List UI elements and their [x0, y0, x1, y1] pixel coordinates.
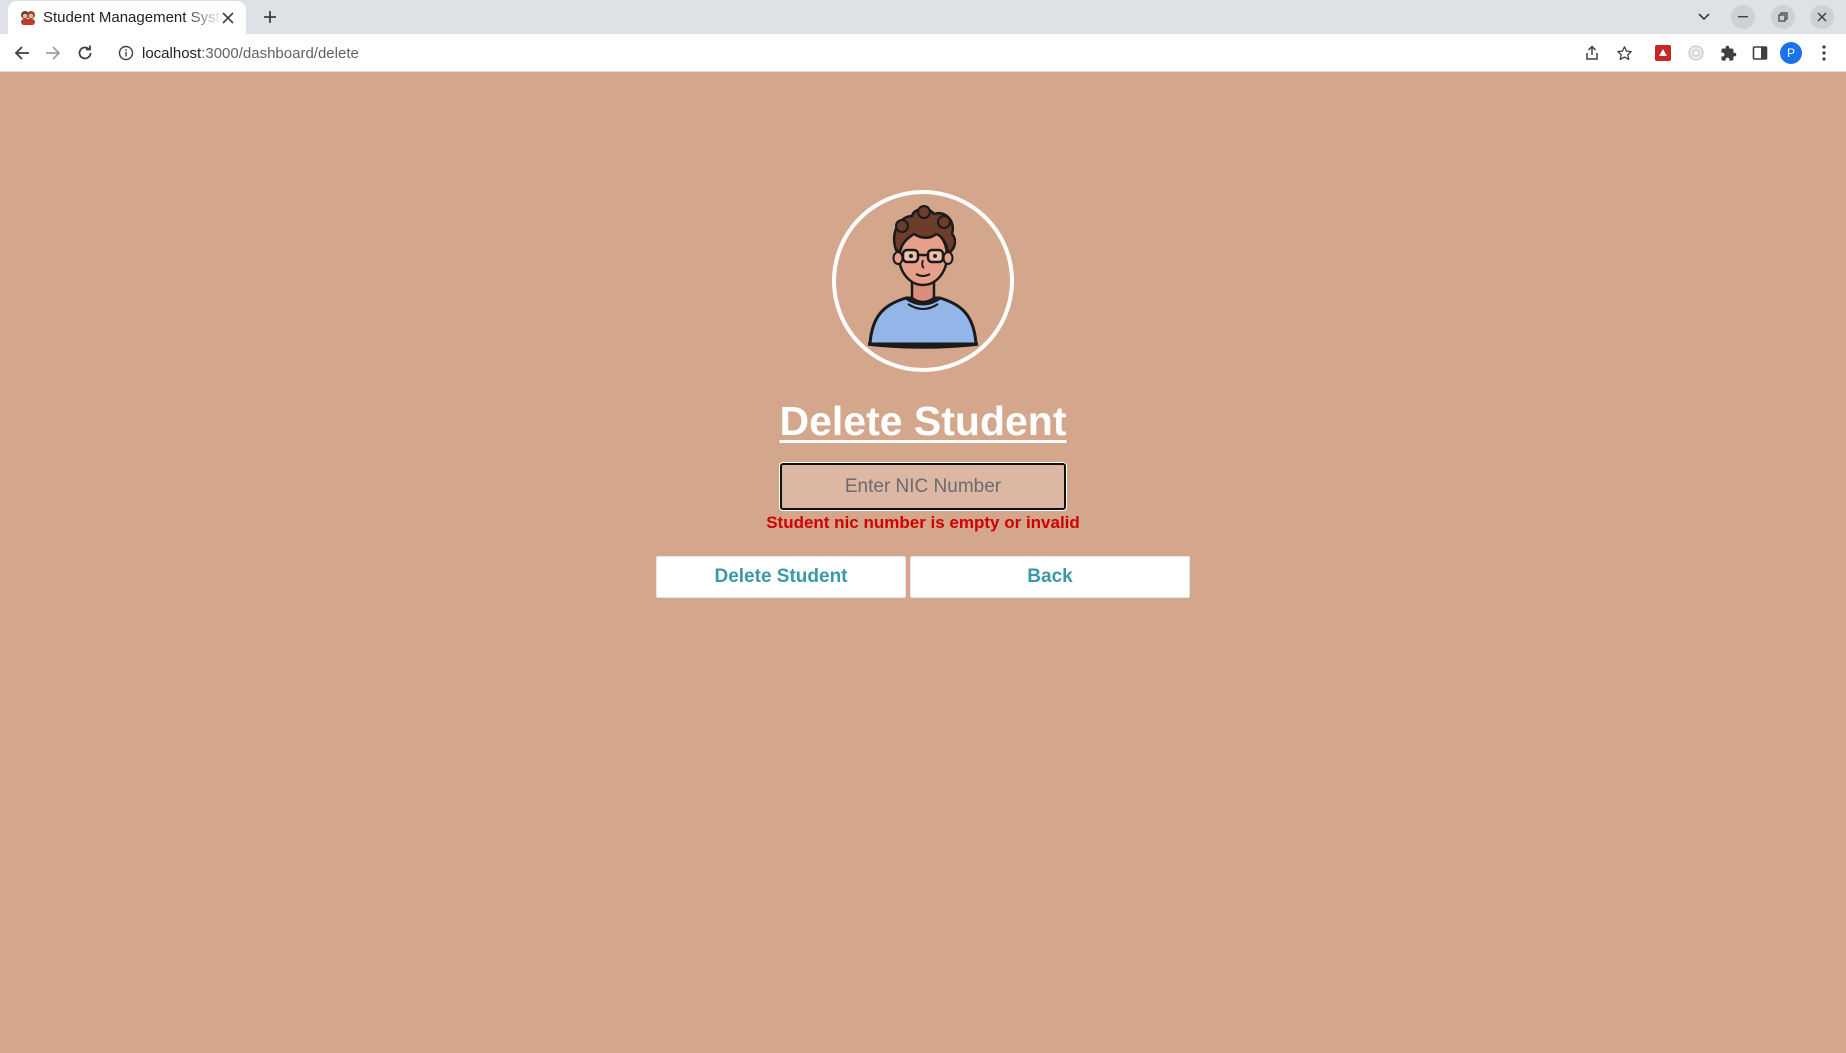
- url-text: localhost:3000/dashboard/delete: [142, 45, 359, 62]
- new-tab-plus-icon[interactable]: [258, 5, 282, 29]
- close-window-icon[interactable]: [1810, 5, 1834, 29]
- star-icon[interactable]: [1613, 42, 1635, 64]
- browser-tab-bar: Student Management System: [0, 0, 1846, 34]
- delete-student-page: Delete Student Student nic number is emp…: [0, 72, 1846, 1053]
- restore-icon[interactable]: [1771, 5, 1795, 29]
- student-avatar-illustration: [867, 205, 979, 349]
- puzzle-icon[interactable]: [1717, 42, 1739, 64]
- arrow-left-icon[interactable]: [10, 41, 34, 65]
- student-avatar: [832, 190, 1014, 372]
- delete-student-button[interactable]: Delete Student: [656, 556, 906, 598]
- reload-icon[interactable]: [73, 41, 97, 65]
- validation-error-message: Student nic number is empty or invalid: [766, 513, 1080, 532]
- side-panel-icon[interactable]: [1749, 42, 1771, 64]
- students-favicon-icon: [19, 9, 37, 26]
- url-host: localhost: [142, 45, 202, 62]
- share-icon[interactable]: [1581, 42, 1603, 64]
- page-title: Delete Student: [779, 398, 1067, 444]
- chevron-down-icon[interactable]: [1692, 5, 1716, 29]
- back-button[interactable]: Back: [910, 556, 1190, 598]
- nic-number-input[interactable]: [780, 463, 1066, 510]
- info-icon[interactable]: [118, 45, 134, 61]
- browser-toolbar: localhost:3000/dashboard/delete P: [0, 34, 1846, 72]
- extension-red-icon[interactable]: [1652, 42, 1674, 64]
- browser-tab[interactable]: Student Management System: [8, 1, 246, 34]
- profile-avatar[interactable]: P: [1780, 42, 1802, 64]
- extension-grey-icon[interactable]: [1685, 42, 1707, 64]
- arrow-right-icon[interactable]: [41, 41, 65, 65]
- minimize-icon[interactable]: [1731, 5, 1755, 29]
- url-path: :3000/dashboard/delete: [201, 45, 359, 62]
- kebab-menu-icon[interactable]: [1813, 42, 1835, 64]
- tab-title: Student Management System: [43, 9, 223, 26]
- address-bar[interactable]: localhost:3000/dashboard/delete: [108, 37, 1582, 69]
- close-icon[interactable]: [218, 8, 238, 28]
